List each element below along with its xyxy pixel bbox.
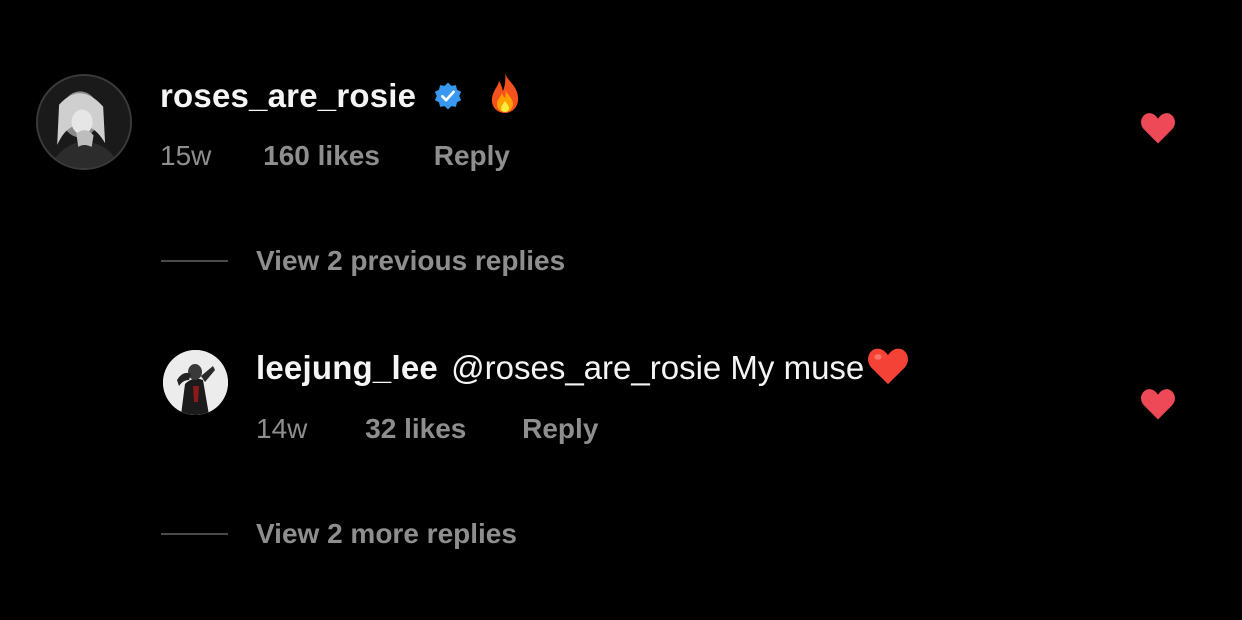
heart-filled-icon <box>1141 389 1175 420</box>
comment-header: roses_are_rosie <box>160 73 525 116</box>
avatar-leejung-lee[interactable] <box>163 350 228 415</box>
red-heart-emoji-icon <box>866 346 910 386</box>
comment-meta: 15w 160 likes Reply <box>160 139 510 173</box>
fire-emoji-icon <box>485 71 525 115</box>
comment-timestamp[interactable]: 14w <box>256 413 307 444</box>
like-button[interactable] <box>1139 111 1177 150</box>
comment-timestamp[interactable]: 15w <box>160 140 211 171</box>
comment-username[interactable]: roses_are_rosie <box>160 77 416 114</box>
view-more-replies-link[interactable]: View 2 more replies <box>256 517 517 551</box>
avatar-roses-are-rosie[interactable] <box>36 74 132 170</box>
reply-comment-body: leejung_lee @roses_are_rosie My muse <box>256 348 910 388</box>
heart-filled-icon <box>1141 113 1175 144</box>
reply-button[interactable]: Reply <box>434 140 510 171</box>
avatar-photo <box>38 76 130 168</box>
view-previous-replies-link[interactable]: View 2 previous replies <box>256 244 565 278</box>
replies-divider <box>161 533 228 535</box>
comment-username[interactable]: leejung_lee <box>256 349 438 386</box>
comment-text: My muse <box>721 349 865 386</box>
mention-link[interactable]: @roses_are_rosie <box>451 349 721 386</box>
verified-badge-icon <box>433 80 463 110</box>
comment-meta: 14w 32 likes Reply <box>256 412 598 446</box>
like-button[interactable] <box>1139 387 1177 426</box>
comment-likes[interactable]: 32 likes <box>365 413 466 444</box>
replies-divider <box>161 260 228 262</box>
avatar-photo <box>163 350 228 415</box>
comment-likes[interactable]: 160 likes <box>263 140 380 171</box>
reply-button[interactable]: Reply <box>522 413 598 444</box>
